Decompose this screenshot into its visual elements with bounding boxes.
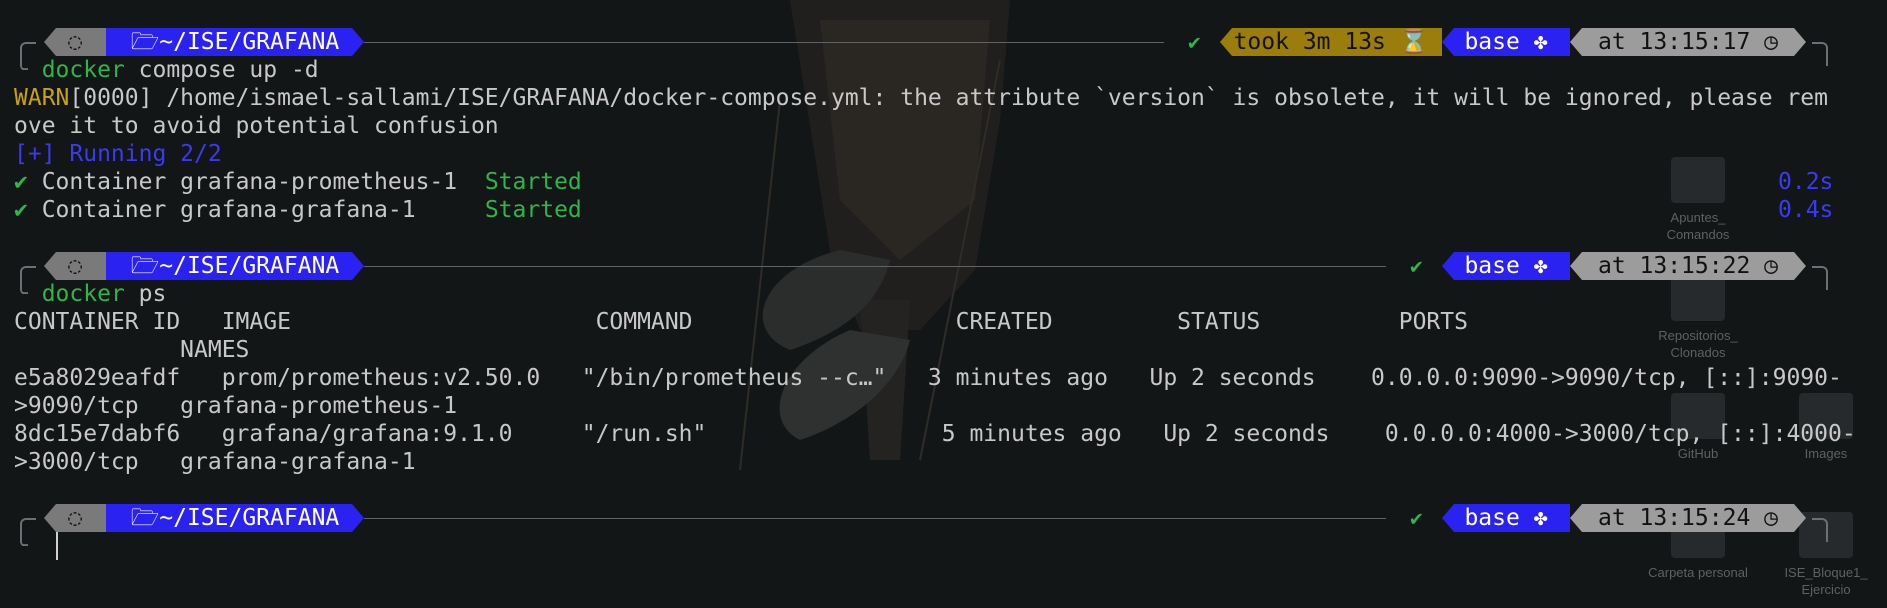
table-row: 8dc15e7dabf6 grafana/grafana:9.1.0 "/run… (14, 421, 1856, 447)
time-label: at 13:15:22 (1597, 253, 1751, 279)
current-dir: ~/ISE/GRAFANA (159, 505, 340, 531)
prompt-corner-char: ╰ (14, 281, 42, 307)
prompt-corner-right (1812, 266, 1828, 290)
folder-open-icon: 🗁 (130, 253, 160, 279)
container-status-row: ✔ Container grafana-prometheus-1 Started (14, 168, 582, 196)
prompt-bar: ◌ 🗁~/ISE/GRAFANA ✔ base ✤ at 13:15:24 ◷ (0, 504, 1887, 542)
clock-icon: ◷ (1764, 253, 1779, 279)
env-segment: base ✤ (1442, 252, 1570, 280)
container-name: Container grafana-prometheus-1 (27, 169, 485, 195)
container-status: Started (484, 169, 582, 195)
python-icon: ✤ (1533, 505, 1548, 531)
ubuntu-icon: ◌ (44, 504, 106, 532)
prompt-rule (364, 42, 1164, 43)
time-segment: at 13:15:24 ◷ (1570, 504, 1806, 532)
directory-segment: 🗁~/ISE/GRAFANA (106, 28, 364, 56)
prompt-bar: ◌ 🗁~/ISE/GRAFANA ✔ base ✤ at 13:15:22 ◷ (0, 252, 1887, 290)
check-icon: ✔ (14, 197, 28, 223)
current-dir: ~/ISE/GRAFANA (159, 253, 340, 279)
prompt-bar: ◌ 🗁~/ISE/GRAFANA ✔ took 3m 13s ⌛ base ✤ … (0, 28, 1887, 66)
prompt-corner-right (1812, 518, 1828, 542)
env-label: base (1464, 253, 1520, 279)
prompt-corner-char: ╰ (14, 57, 42, 83)
directory-segment: 🗁~/ISE/GRAFANA (106, 504, 364, 532)
command-line[interactable]: ╰ (14, 532, 42, 560)
folder-open-icon: 🗁 (130, 505, 160, 531)
terminal-window[interactable]: ◌ 🗁~/ISE/GRAFANA ✔ took 3m 13s ⌛ base ✤ … (0, 0, 1887, 608)
table-header-names: NAMES (14, 337, 250, 363)
check-icon: ✔ (14, 169, 28, 195)
success-check-icon: ✔ (1188, 30, 1201, 54)
container-duration: 0.2s (1778, 169, 1834, 195)
prompt-rule (364, 266, 1386, 267)
success-check-icon: ✔ (1410, 254, 1423, 278)
warn-line-1: WARN[0000] /home/ismael-sallami/ISE/GRAF… (14, 84, 1828, 112)
command-line: ╰ docker ps (14, 280, 166, 308)
clock-icon: ◷ (1764, 505, 1779, 531)
text-cursor (56, 532, 58, 560)
time-label: at 13:15:17 (1597, 29, 1751, 55)
container-status-row: ✔ Container grafana-grafana-1 Started (14, 196, 582, 224)
command-line: ╰ docker compose up -d (14, 56, 319, 84)
time-segment: at 13:15:17 ◷ (1570, 28, 1806, 56)
running-status: [+] Running 2/2 (14, 141, 222, 167)
folder-open-icon: 🗁 (130, 29, 160, 55)
prompt-corner-right (1812, 42, 1828, 66)
env-label: base (1464, 505, 1520, 531)
env-segment: base ✤ (1442, 28, 1570, 56)
ubuntu-icon: ◌ (44, 252, 106, 280)
command-args: compose up -d (124, 57, 319, 83)
success-check-icon: ✔ (1410, 506, 1423, 530)
command-word: docker (41, 281, 125, 307)
table-row-wrap: >3000/tcp grafana-grafana-1 (14, 449, 416, 475)
table-row-wrap: >9090/tcp grafana-prometheus-1 (14, 393, 458, 419)
directory-segment: 🗁~/ISE/GRAFANA (106, 252, 364, 280)
env-label: base (1464, 29, 1520, 55)
hourglass-icon: ⌛ (1399, 29, 1429, 55)
warn-label: WARN (14, 85, 70, 111)
time-label: at 13:15:24 (1597, 505, 1751, 531)
container-duration: 0.4s (1778, 197, 1834, 223)
ubuntu-icon: ◌ (44, 28, 106, 56)
python-icon: ✤ (1533, 29, 1548, 55)
env-segment: base ✤ (1442, 504, 1570, 532)
time-segment: at 13:15:22 ◷ (1570, 252, 1806, 280)
command-word: docker (41, 57, 125, 83)
took-segment: took 3m 13s ⌛ (1220, 28, 1442, 56)
warn-text: [0000] /home/ismael-sallami/ISE/GRAFANA/… (69, 85, 1828, 111)
table-header: CONTAINER ID IMAGE COMMAND CREATED STATU… (14, 309, 1468, 335)
table-row: e5a8029eafdf prom/prometheus:v2.50.0 "/b… (14, 365, 1842, 391)
container-status: Started (484, 197, 582, 223)
current-dir: ~/ISE/GRAFANA (159, 29, 340, 55)
clock-icon: ◷ (1764, 29, 1779, 55)
python-icon: ✤ (1533, 253, 1548, 279)
warn-line-2: ove it to avoid potential confusion (14, 113, 499, 139)
container-name: Container grafana-grafana-1 (27, 197, 485, 223)
command-args: ps (124, 281, 167, 307)
prompt-rule (364, 518, 1386, 519)
took-label: took 3m 13s (1233, 29, 1386, 55)
prompt-corner-char: ╰ (14, 533, 42, 559)
